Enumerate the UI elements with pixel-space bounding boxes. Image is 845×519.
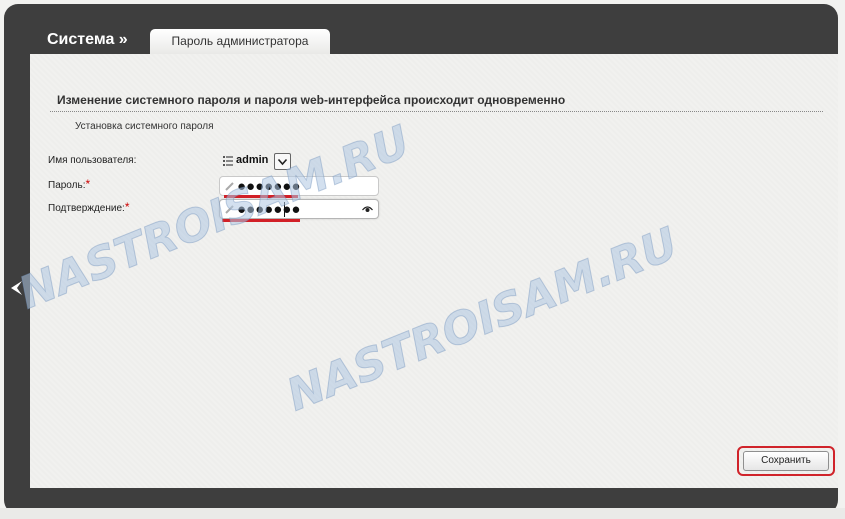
username-label-text: Имя пользователя: — [48, 155, 137, 166]
confirm-label-text: Подтверждение: — [48, 203, 125, 214]
content-panel — [30, 54, 838, 488]
form-heading: Изменение системного пароля и пароля web… — [57, 93, 566, 107]
list-icon — [223, 156, 233, 166]
section-title[interactable]: Система » — [47, 31, 128, 49]
password-label-text: Пароль: — [48, 180, 86, 191]
form-subheading: Установка системного пароля — [75, 121, 214, 132]
username-value: admin — [236, 154, 269, 166]
heading-divider — [50, 111, 823, 112]
eye-icon[interactable] — [362, 205, 373, 213]
required-mark: * — [124, 200, 130, 214]
password-label: Пароль:* — [48, 177, 91, 194]
tab-admin-password[interactable]: Пароль администратора — [150, 29, 330, 54]
required-mark: * — [85, 177, 91, 191]
save-button[interactable]: Сохранить — [743, 451, 829, 471]
username-label: Имя пользователя: — [48, 155, 136, 166]
bottom-strip — [0, 508, 845, 519]
confirm-label: Подтверждение:* — [48, 200, 130, 217]
